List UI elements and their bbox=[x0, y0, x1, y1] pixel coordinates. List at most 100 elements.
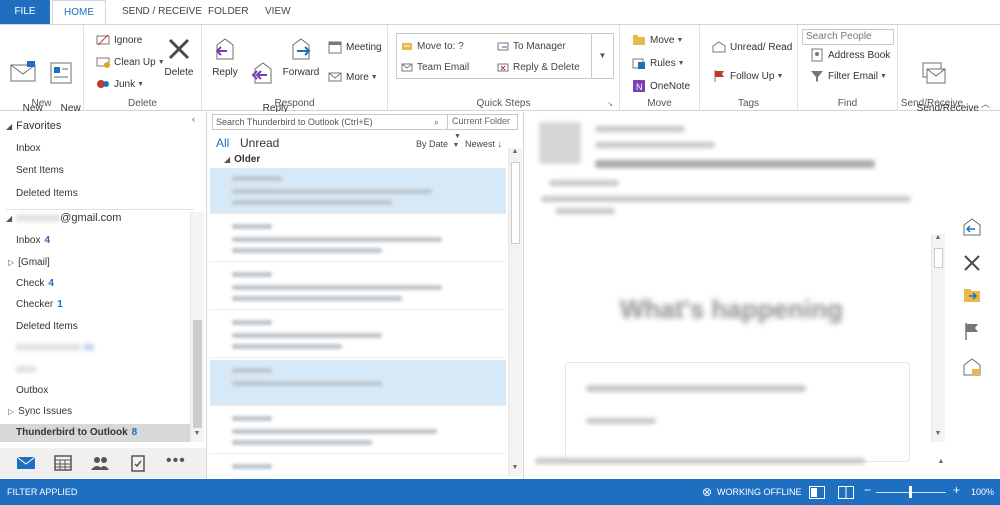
tab-folder[interactable]: FOLDER bbox=[198, 0, 259, 24]
move-folder-icon[interactable] bbox=[961, 284, 983, 306]
junk-label: Junk bbox=[114, 78, 136, 90]
mark-read-icon[interactable] bbox=[961, 356, 983, 378]
reply-delete-icon bbox=[497, 63, 509, 72]
redacted-subject bbox=[232, 333, 382, 338]
folder-redacted[interactable]: xxxxxxxxxxxxx xx bbox=[16, 342, 94, 353]
search-mail-input[interactable]: Search Thunderbird to Outlook (Ctrl+E) ⌕… bbox=[212, 114, 518, 140]
quickstep-to-manager[interactable]: To Manager bbox=[497, 40, 566, 52]
reply-envelope-icon[interactable] bbox=[961, 216, 983, 238]
calendar-icon[interactable] bbox=[53, 454, 73, 472]
address-book-button[interactable]: Address Book bbox=[810, 48, 890, 62]
tasks-icon[interactable] bbox=[128, 454, 148, 472]
onenote-button[interactable]: N OneNote bbox=[632, 79, 690, 93]
scrollbar-thumb[interactable] bbox=[934, 248, 943, 268]
zoom-out-icon[interactable]: − bbox=[864, 483, 871, 497]
folder-inbox[interactable]: Inbox 4 bbox=[16, 235, 50, 246]
folder-deleted-items[interactable]: Deleted Items bbox=[16, 321, 78, 332]
quickstep-team-email[interactable]: Team Email bbox=[401, 61, 469, 73]
redacted-text bbox=[595, 160, 875, 168]
unread-count: 1 bbox=[57, 299, 63, 310]
message-item[interactable] bbox=[210, 216, 506, 262]
favorite-deleted-items[interactable]: Deleted Items bbox=[16, 188, 78, 199]
quickstep-reply-delete[interactable]: Reply & Delete bbox=[497, 61, 580, 73]
ignore-button[interactable]: Ignore bbox=[96, 33, 142, 47]
quickstep-move-to[interactable]: Move to: ? bbox=[401, 40, 464, 52]
folder-scrollbar[interactable]: ▼ bbox=[190, 212, 204, 442]
reading-pane-scrollbar[interactable]: ▲ ▼ bbox=[931, 234, 945, 442]
rules-button[interactable]: Rules ▼ bbox=[632, 56, 685, 70]
message-item[interactable] bbox=[210, 360, 506, 406]
people-icon[interactable] bbox=[90, 454, 110, 472]
chevron-down-icon: ▼ bbox=[676, 36, 684, 44]
unread-read-button[interactable]: Unread/ Read bbox=[712, 40, 792, 54]
quick-steps-more-button[interactable]: ▼ bbox=[591, 34, 613, 78]
tab-file[interactable]: FILE bbox=[0, 0, 50, 24]
collapse-pane-icon[interactable]: ‹ bbox=[192, 114, 195, 124]
scroll-up-icon[interactable]: ▲ bbox=[932, 234, 944, 241]
favorites-header[interactable]: ◢ Favorites bbox=[6, 120, 61, 132]
scroll-down-icon[interactable]: ▼ bbox=[509, 464, 521, 471]
send-receive-group-label: Send/Receive bbox=[900, 98, 964, 109]
follow-up-button[interactable]: Follow Up ▼ bbox=[712, 69, 783, 83]
new-group-label: New bbox=[31, 98, 52, 109]
folder-outbox[interactable]: Outbox bbox=[16, 385, 48, 396]
zoom-slider-thumb[interactable] bbox=[909, 486, 912, 498]
sort-by-dropdown[interactable]: By Date ▼ bbox=[416, 139, 459, 149]
message-item[interactable] bbox=[210, 456, 506, 478]
move-button[interactable]: Move ▼ bbox=[632, 33, 683, 47]
zoom-in-icon[interactable]: + bbox=[953, 483, 960, 497]
tab-home[interactable]: HOME bbox=[52, 0, 106, 24]
filter-all-tab[interactable]: All bbox=[216, 136, 229, 150]
scrollbar-thumb[interactable] bbox=[511, 162, 520, 244]
junk-button[interactable]: Junk ▼ bbox=[96, 77, 144, 91]
scroll-down-icon[interactable]: ▼ bbox=[191, 430, 203, 437]
message-item[interactable] bbox=[210, 264, 506, 310]
delete-x-icon[interactable] bbox=[961, 252, 983, 274]
favorite-sent-items[interactable]: Sent Items bbox=[16, 165, 64, 176]
message-item[interactable] bbox=[210, 408, 506, 454]
folder-redacted[interactable]: xxxx bbox=[16, 364, 36, 375]
folder-thunderbird-to-outlook[interactable]: Thunderbird to Outlook 8 bbox=[16, 427, 137, 438]
redacted-subject bbox=[232, 237, 442, 242]
tab-view[interactable]: VIEW bbox=[255, 0, 301, 24]
filter-email-button[interactable]: Filter Email ▼ bbox=[810, 69, 887, 83]
flag-icon[interactable] bbox=[961, 320, 983, 342]
more-respond-button[interactable]: More ▼ bbox=[328, 70, 378, 84]
scroll-to-top-icon[interactable]: ▲ bbox=[935, 458, 947, 465]
message-item[interactable] bbox=[210, 312, 506, 358]
group-header-older[interactable]: ◢ Older bbox=[224, 154, 260, 165]
more-options-icon[interactable]: ••• bbox=[166, 452, 186, 470]
search-icon[interactable]: ⌕ bbox=[434, 115, 439, 129]
folder-checker[interactable]: Checker 1 bbox=[16, 299, 63, 310]
sort-order-toggle[interactable]: Newest ↓ bbox=[465, 139, 502, 149]
chevron-down-icon: ▼ bbox=[452, 142, 460, 149]
scrollbar-thumb[interactable] bbox=[193, 320, 202, 428]
reading-view-icon[interactable] bbox=[838, 486, 854, 499]
delete-button[interactable]: Delete bbox=[162, 35, 196, 79]
normal-view-icon[interactable] bbox=[809, 486, 825, 499]
search-scope-dropdown[interactable]: Current Folder ▼ bbox=[447, 114, 517, 140]
mail-icon[interactable] bbox=[16, 454, 36, 472]
folder-label: Inbox bbox=[16, 235, 41, 246]
message-list-scrollbar[interactable]: ▲ ▼ bbox=[508, 148, 522, 476]
collapse-ribbon-icon[interactable]: ︿ bbox=[981, 97, 990, 110]
forward-button[interactable]: Forward bbox=[282, 35, 320, 79]
favorite-inbox[interactable]: Inbox bbox=[16, 143, 40, 154]
redacted-sender bbox=[232, 416, 272, 421]
search-people-input[interactable]: Search People bbox=[802, 29, 894, 45]
zoom-level[interactable]: 100% bbox=[971, 487, 994, 497]
dialog-launcher-icon[interactable]: ↘ bbox=[607, 100, 613, 108]
message-item[interactable] bbox=[210, 168, 506, 214]
account-header[interactable]: ◢ xxxxxxxx@gmail.com bbox=[6, 212, 121, 224]
filter-unread-tab[interactable]: Unread bbox=[240, 136, 279, 150]
scroll-down-icon[interactable]: ▼ bbox=[932, 430, 944, 437]
working-offline-status[interactable]: WORKING OFFLINE bbox=[717, 487, 802, 497]
folder-sync-issues[interactable]: ▷ Sync Issues bbox=[8, 406, 72, 417]
meeting-button[interactable]: Meeting bbox=[328, 40, 382, 54]
folder-gmail[interactable]: ▷ [Gmail] bbox=[8, 257, 50, 268]
folder-check[interactable]: Check 4 bbox=[16, 278, 54, 289]
scroll-up-icon[interactable]: ▲ bbox=[509, 148, 521, 155]
reply-button[interactable]: Reply bbox=[208, 35, 242, 79]
cleanup-button[interactable]: Clean Up ▼ bbox=[96, 55, 165, 69]
ribbon: New Email New Items New Ignore Clean Up▼… bbox=[0, 24, 1000, 126]
